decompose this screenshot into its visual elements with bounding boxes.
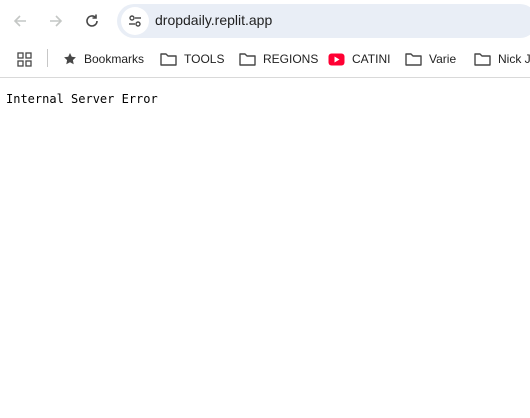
url-text[interactable]: dropdaily.replit.app: [155, 12, 272, 28]
youtube-icon: [328, 53, 345, 65]
folder-icon: [160, 53, 177, 66]
forward-arrow-icon: [50, 15, 63, 27]
bookmark-item-tools[interactable]: TOOLS: [160, 42, 224, 76]
toolbar-divider: [0, 77, 530, 78]
folder-icon: [239, 53, 256, 66]
bookmark-item-bookmarks[interactable]: Bookmarks: [63, 42, 144, 76]
reload-icon: [86, 14, 98, 27]
bookmark-label: Bookmarks: [84, 52, 145, 66]
error-message: Internal Server Error: [6, 92, 158, 106]
bookmark-item-varie[interactable]: Varie: [405, 42, 456, 76]
bookmark-item-catini[interactable]: CATINI: [328, 42, 390, 76]
forward-button[interactable]: [42, 7, 70, 35]
tune-icon: [129, 15, 141, 27]
browser-toolbar: dropdaily.replit.app: [0, 0, 530, 42]
bookmark-label: REGIONS: [263, 52, 319, 66]
star-icon: [64, 53, 76, 65]
bookmark-item-nick-j[interactable]: Nick J: [474, 42, 530, 76]
bookmark-label: TOOLS: [184, 52, 225, 66]
back-arrow-icon: [13, 15, 26, 27]
folder-icon: [474, 53, 491, 66]
apps-button[interactable]: [17, 42, 39, 76]
reload-button[interactable]: [78, 7, 106, 35]
folder-icon: [405, 53, 422, 66]
site-info-button[interactable]: [121, 7, 149, 35]
bookmarks-separator: [47, 49, 48, 67]
address-bar[interactable]: dropdaily.replit.app: [117, 4, 530, 38]
bookmark-label: CATINI: [352, 52, 391, 66]
back-button[interactable]: [6, 7, 34, 35]
bookmark-label: Varie: [429, 52, 457, 66]
bookmarks-bar: Bookmarks TOOLS REGIONS CATINI Varie Nic…: [0, 42, 530, 76]
apps-grid-icon: [17, 51, 32, 67]
bookmark-label: Nick J: [498, 52, 530, 66]
bookmark-item-regions[interactable]: REGIONS: [239, 42, 318, 76]
